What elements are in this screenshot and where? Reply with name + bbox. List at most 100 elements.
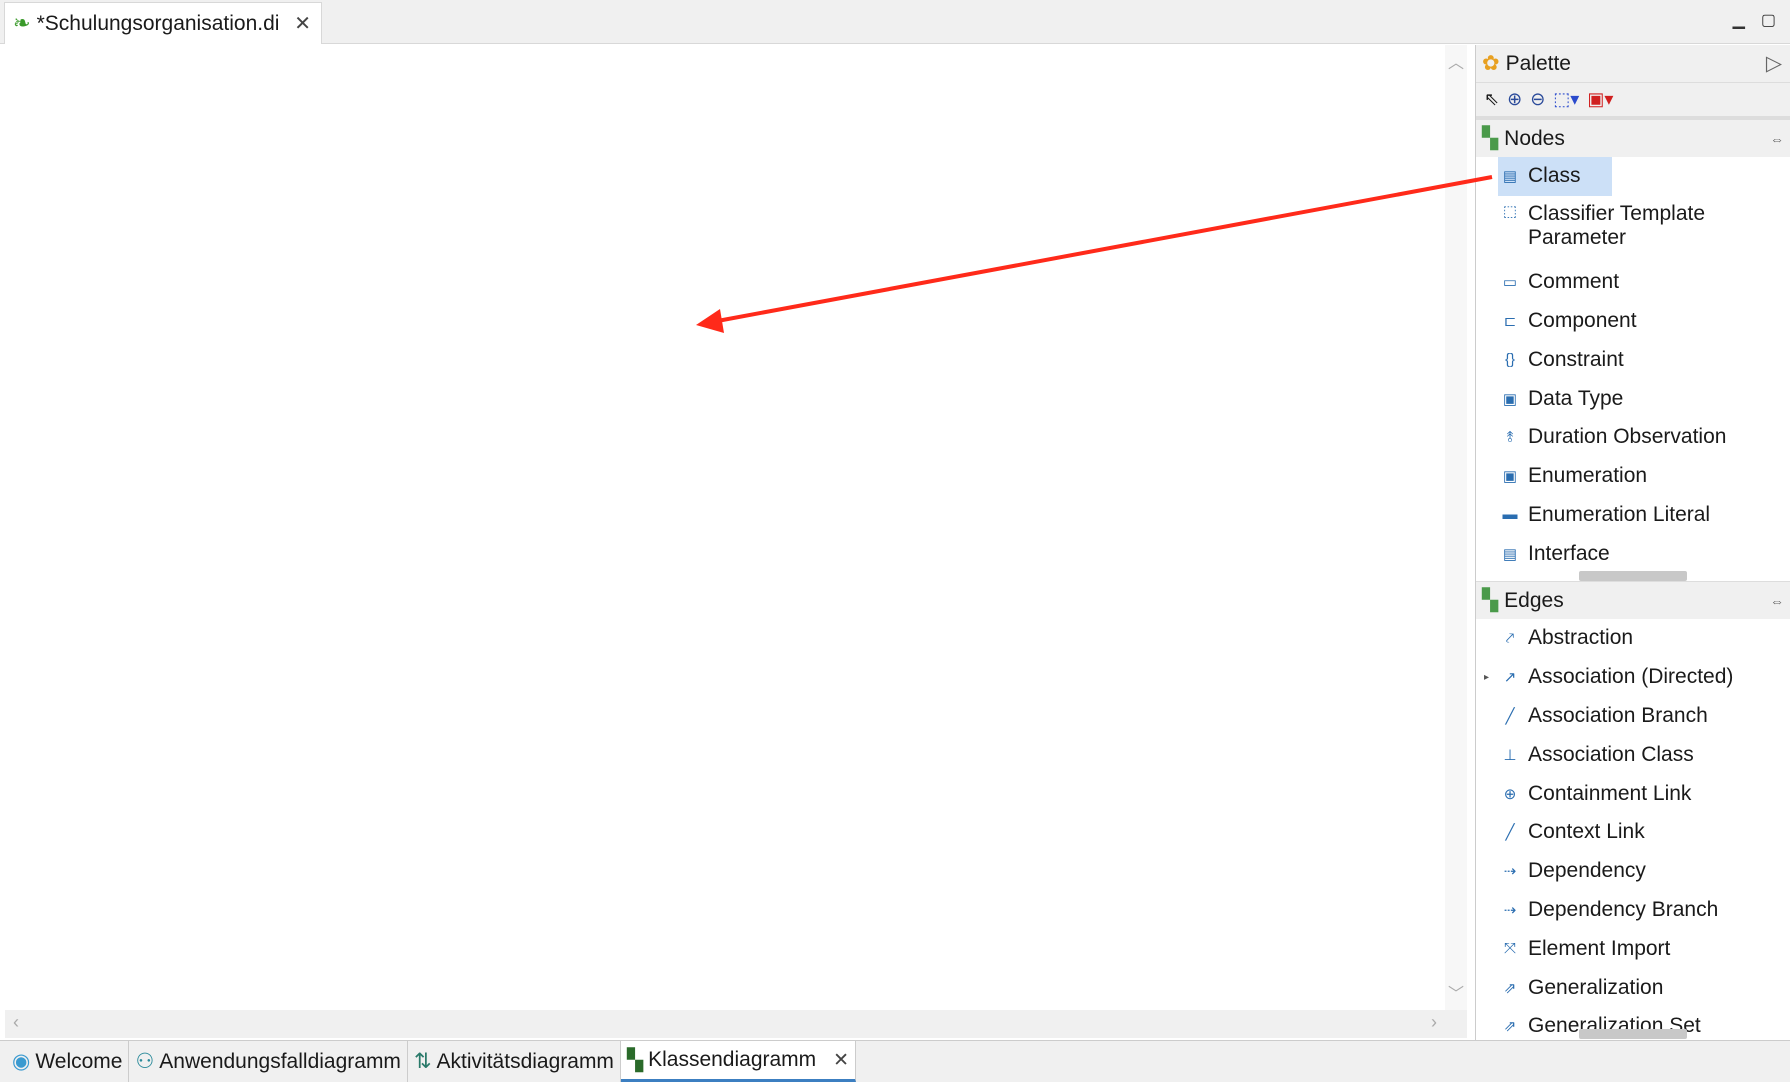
connection-marquee-icon[interactable]: ▣▾ — [1587, 89, 1613, 110]
drawer-icon: ▚ — [1482, 127, 1499, 150]
palette-item-icon: ⤤ — [1505, 629, 1515, 647]
palette-item-icon: ⇢ — [1503, 901, 1517, 919]
palette-item-icon: ⬚ — [1502, 202, 1518, 220]
diagram-tab-anwendungsfalldiagramm[interactable]: ⚇ Anwendungsfalldiagramm — [129, 1041, 408, 1082]
edges-drawer[interactable]: ▚ Edges ⇔ — [1476, 581, 1790, 619]
maximize-icon[interactable]: ▢ — [1761, 10, 1776, 30]
palette-item-label: Classifier Template Parameter — [1528, 201, 1706, 249]
palette-item-label: Class — [1528, 164, 1581, 188]
palette-item-icon: ╱ — [1505, 707, 1515, 725]
palette-item-element-import[interactable]: ⤧ Element Import — [1476, 929, 1790, 968]
vertical-scrollbar[interactable]: ︿ ﹀ — [1445, 45, 1467, 1010]
palette-item-label: Association Class — [1528, 742, 1694, 766]
minimize-icon[interactable]: ▁ — [1733, 10, 1745, 30]
scroll-down-icon[interactable]: ﹀ — [1445, 980, 1467, 1004]
palette-item-label: Dependency Branch — [1528, 897, 1719, 921]
palette-item-icon: ⊥ — [1503, 746, 1517, 764]
palette-item-association-directed[interactable]: ▸ ↗ Association (Directed) — [1476, 658, 1790, 697]
palette-item-label: Abstraction — [1528, 626, 1634, 650]
palette-item-abstraction[interactable]: ⤤ Abstraction — [1476, 619, 1790, 658]
select-tool-icon[interactable]: ⇖ — [1484, 89, 1499, 110]
palette-item-duration-observation[interactable]: ⥉ Duration Observation — [1476, 418, 1790, 457]
horizontal-scrollbar[interactable]: ‹ › — [5, 1010, 1467, 1038]
diagram-tab-welcome[interactable]: ◉ Welcome — [6, 1041, 130, 1082]
scroll-left-icon[interactable]: ‹ — [13, 1012, 19, 1033]
palette-item-label: Component — [1528, 308, 1637, 332]
palette-item-association-branch[interactable]: ╱ Association Branch — [1476, 697, 1790, 736]
zoom-out-icon[interactable]: ⊖ — [1530, 89, 1545, 110]
palette-item-icon: ⊏ — [1503, 312, 1517, 330]
palette-item-label: Duration Observation — [1528, 425, 1727, 449]
palette-icon: ✿ — [1482, 52, 1500, 75]
pin-icon[interactable]: ⇔ — [1770, 593, 1784, 609]
tab-label: Anwendungsfalldiagramm — [159, 1049, 401, 1073]
palette-item-label: Association Branch — [1528, 703, 1708, 727]
close-icon[interactable]: ✕ — [833, 1049, 849, 1072]
palette-item-enumeration-literal[interactable]: ▬ Enumeration Literal — [1476, 496, 1790, 535]
palette: ✿ Palette ▷ ⇖ ⊕ ⊖ ⬚▾ ▣▾ ▚ Nodes ⇔ ▤ Class ⬚ Cla… — [1475, 45, 1790, 1040]
palette-item-comment[interactable]: ▭ Comment — [1476, 263, 1790, 302]
palette-item-icon: ⇗ — [1503, 1018, 1517, 1036]
palette-item-icon: ⇢ — [1503, 863, 1517, 881]
palette-item-classifier-template-parameter[interactable]: ⬚ Classifier Template Parameter — [1476, 196, 1790, 263]
scroll-right-icon[interactable]: › — [1431, 1012, 1437, 1033]
palette-item-label: Element Import — [1528, 936, 1671, 960]
palette-item-icon: ▤ — [1502, 545, 1518, 563]
zoom-in-icon[interactable]: ⊕ — [1507, 89, 1522, 110]
palette-item-class[interactable]: ▤ Class — [1476, 157, 1790, 196]
palette-item-label: Context Link — [1528, 820, 1645, 844]
diagram-icon: ⚇ — [135, 1050, 155, 1073]
drawer-icon: ▚ — [1482, 589, 1499, 612]
palette-item-context-link[interactable]: ╱ Context Link — [1476, 813, 1790, 852]
palette-item-label: Association (Directed) — [1528, 665, 1734, 689]
palette-item-label: Comment — [1528, 270, 1620, 294]
diagram-tab-bar: ◉ Welcome ⚇ Anwendungsfalldiagramm ⇅ Aktivitä… — [0, 1040, 1790, 1082]
palette-item-generalization[interactable]: ⇗ Generalization — [1476, 968, 1790, 1007]
tab-label: Aktivitätsdiagramm — [436, 1049, 614, 1073]
diagram-tab-aktivitätsdiagramm[interactable]: ⇅ Aktivitätsdiagramm — [408, 1041, 621, 1082]
palette-item-icon: ╱ — [1505, 824, 1515, 842]
palette-item-label: Containment Link — [1528, 781, 1692, 805]
palette-item-icon: ▬ — [1502, 506, 1518, 524]
palette-title: Palette — [1505, 51, 1571, 75]
palette-item-icon: ⥉ — [1506, 428, 1514, 446]
tab-label: Klassendiagramm — [648, 1048, 817, 1071]
diagram-icon: ▚ — [626, 1048, 644, 1072]
editor-tab-bar: ❧ *Schulungsorganisation.di ✕ ▁ ▢ — [0, 0, 1790, 44]
palette-item-dependency-branch[interactable]: ⇢ Dependency Branch — [1476, 891, 1790, 930]
palette-item-icon: ▣ — [1502, 468, 1518, 486]
palette-item-dependency[interactable]: ⇢ Dependency — [1476, 852, 1790, 891]
palette-item-association-class[interactable]: ⊥ Association Class — [1476, 735, 1790, 774]
palette-item-icon: {} — [1504, 351, 1516, 369]
palette-item-label: Interface — [1528, 541, 1610, 565]
collapse-palette-icon[interactable]: ▷ — [1766, 51, 1782, 76]
palette-scrollbar[interactable] — [1579, 571, 1687, 581]
palette-item-icon: ▣ — [1502, 390, 1518, 408]
palette-item-containment-link[interactable]: ⊕ Containment Link — [1476, 774, 1790, 813]
palette-item-component[interactable]: ⊏ Component — [1476, 302, 1790, 341]
close-icon[interactable]: ✕ — [294, 11, 311, 36]
scroll-up-icon[interactable]: ︿ — [1445, 49, 1467, 73]
palette-item-constraint[interactable]: {} Constraint — [1476, 340, 1790, 379]
marquee-tool-icon[interactable]: ⬚▾ — [1553, 89, 1579, 110]
palette-item-label: Enumeration — [1528, 464, 1648, 488]
pin-icon[interactable]: ⇔ — [1770, 131, 1784, 147]
editor-tab[interactable]: ❧ *Schulungsorganisation.di ✕ — [4, 2, 322, 44]
nodes-drawer[interactable]: ▚ Nodes ⇔ — [1476, 119, 1790, 157]
papyrus-leaf-icon: ❧ — [13, 12, 31, 35]
palette-item-interface[interactable]: ▤ Interface — [1476, 534, 1790, 573]
palette-item-data-type[interactable]: ▣ Data Type — [1476, 379, 1790, 418]
diagram-icon: ◉ — [12, 1050, 31, 1073]
palette-item-icon: ⇗ — [1503, 979, 1517, 997]
palette-item-enumeration[interactable]: ▣ Enumeration — [1476, 457, 1790, 496]
palette-item-label: Dependency — [1528, 859, 1646, 883]
expand-icon[interactable]: ▸ — [1484, 672, 1489, 683]
diagram-canvas[interactable] — [5, 45, 1445, 1010]
palette-scrollbar[interactable] — [1579, 1029, 1687, 1039]
tab-label: Welcome — [35, 1049, 123, 1073]
palette-item-icon: ▭ — [1502, 274, 1518, 292]
palette-item-icon: ↗ — [1503, 669, 1517, 687]
diagram-tab-klassendiagramm[interactable]: ▚ Klassendiagramm ✕ — [620, 1041, 857, 1082]
palette-item-icon: ⊕ — [1503, 785, 1517, 803]
palette-item-label: Data Type — [1528, 386, 1624, 410]
